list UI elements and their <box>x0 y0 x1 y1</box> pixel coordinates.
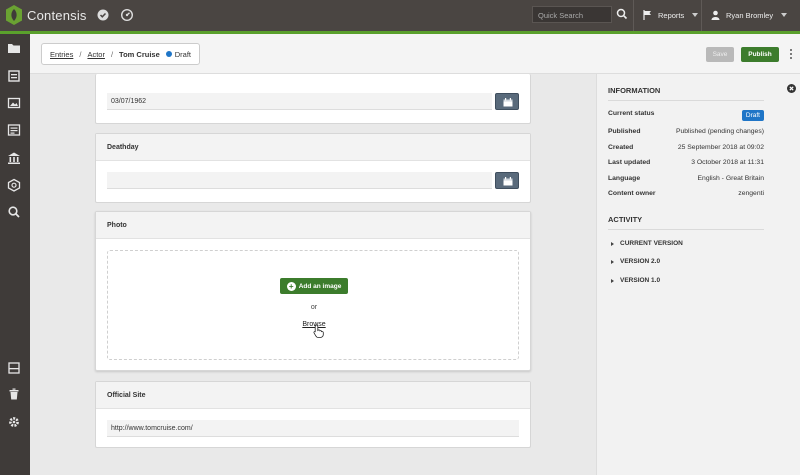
search-icon[interactable] <box>7 205 21 219</box>
separator <box>701 0 702 31</box>
breadcrumb-current: Tom Cruise <box>119 49 160 59</box>
info-row-last-updated: Last updated 3 October 2018 at 11:31 <box>608 159 764 166</box>
version-label: VERSION 1.0 <box>620 277 661 284</box>
version-label: CURRENT VERSION <box>620 240 683 247</box>
trash-icon[interactable] <box>7 387 21 401</box>
chevron-down-icon <box>781 13 788 17</box>
add-image-button[interactable]: + Add an image <box>280 278 348 294</box>
birthday-calendar-button[interactable] <box>495 93 519 110</box>
information-title: INFORMATION <box>608 86 661 95</box>
photo-card: Photo + Add an image or Browse <box>95 211 531 371</box>
birthday-card: 03/07/1962 <box>95 74 531 124</box>
divider <box>608 100 764 101</box>
deathday-card: Deathday <box>95 133 531 203</box>
image-dropzone[interactable]: + Add an image or Browse <box>107 250 519 360</box>
top-bar: Contensis Quick Search Reports Ryan Brom… <box>0 0 800 31</box>
divider <box>608 229 764 230</box>
folder-icon[interactable] <box>7 41 21 55</box>
more-options-icon[interactable] <box>787 47 795 61</box>
separator <box>633 0 634 31</box>
user-name: Ryan Bromley <box>726 10 774 20</box>
user-icon <box>711 10 720 20</box>
info-row-content-owner: Content owner zengenti <box>608 190 764 197</box>
deathday-label: Deathday <box>96 134 530 161</box>
close-icon[interactable] <box>787 84 796 93</box>
info-key: Language <box>608 175 641 182</box>
dashboard-icon[interactable] <box>120 8 134 22</box>
info-value: 25 September 2018 at 09:02 <box>677 144 764 151</box>
bank-icon[interactable] <box>7 151 21 165</box>
image-icon[interactable] <box>7 96 21 110</box>
info-key: Content owner <box>608 190 656 197</box>
breadcrumb: Entries / Actor / Tom Cruise Draft <box>41 43 201 65</box>
flag-icon <box>643 10 651 20</box>
info-key: Published <box>608 128 641 135</box>
version-label: VERSION 2.0 <box>620 258 661 265</box>
breadcrumb-actor[interactable]: Actor <box>87 50 105 59</box>
deathday-calendar-button[interactable] <box>495 172 519 189</box>
left-nav <box>0 34 30 475</box>
breadcrumb-separator: / <box>79 49 82 59</box>
entries-icon[interactable] <box>7 69 21 83</box>
info-row-created: Created 25 September 2018 at 09:02 <box>608 144 764 151</box>
user-menu[interactable]: Ryan Bromley <box>711 10 788 20</box>
chevron-down-icon <box>692 13 699 17</box>
caret-right-icon <box>611 241 614 246</box>
version-2-0[interactable]: VERSION 2.0 <box>611 258 660 265</box>
or-text: or <box>310 304 318 311</box>
info-row-language: Language English - Great Britain <box>608 175 764 182</box>
calendar-icon <box>503 98 513 107</box>
breadcrumb-entries[interactable]: Entries <box>50 50 73 59</box>
info-panel: INFORMATION Current status Draft Publish… <box>596 74 776 475</box>
reports-label: Reports <box>658 10 685 20</box>
status-dot <box>165 51 172 57</box>
info-value: 3 October 2018 at 11:31 <box>691 159 764 166</box>
activity-title: ACTIVITY <box>608 215 643 224</box>
info-value: English - Great Britain <box>697 175 765 182</box>
caret-right-icon <box>611 259 614 264</box>
entry-toolbar: Entries / Actor / Tom Cruise Draft Save … <box>30 34 800 74</box>
archive-icon[interactable] <box>7 361 21 375</box>
plus-circle-icon: + <box>286 281 296 291</box>
official-site-card: Official Site http://www.tomcruise.com/ <box>95 381 531 448</box>
official-site-label: Official Site <box>96 382 530 409</box>
version-current[interactable]: CURRENT VERSION <box>611 240 683 247</box>
birthday-field[interactable]: 03/07/1962 <box>107 93 492 110</box>
quick-search-input[interactable]: Quick Search <box>532 6 612 23</box>
deathday-field[interactable] <box>107 172 492 189</box>
check-circle-icon[interactable] <box>96 8 110 22</box>
info-value: zengenti <box>738 190 764 197</box>
info-key: Last updated <box>608 159 651 166</box>
breadcrumb-separator: / <box>110 49 114 59</box>
list-icon[interactable] <box>7 123 21 137</box>
calendar-icon <box>503 177 513 186</box>
version-1-0[interactable]: VERSION 1.0 <box>611 277 660 284</box>
official-site-field[interactable]: http://www.tomcruise.com/ <box>107 420 519 437</box>
app-logo[interactable]: Contensis <box>6 5 87 25</box>
hand-cursor-icon <box>313 324 324 338</box>
photo-label: Photo <box>96 212 530 239</box>
contensis-logo-icon <box>6 5 22 25</box>
publish-button[interactable]: Publish <box>741 47 779 62</box>
reports-menu[interactable]: Reports <box>643 10 699 20</box>
add-image-label: Add an image <box>298 282 342 290</box>
info-row-current-status: Current status Draft <box>608 110 764 121</box>
info-value: Published (pending changes) <box>675 128 764 135</box>
info-key: Current status <box>608 110 655 117</box>
search-icon[interactable] <box>616 8 628 20</box>
status-label: Draft <box>174 49 192 59</box>
save-button[interactable]: Save <box>706 47 734 62</box>
cube-icon[interactable] <box>7 178 21 192</box>
gear-icon[interactable] <box>7 415 21 429</box>
app-name: Contensis <box>27 7 87 23</box>
info-row-published: Published Published (pending changes) <box>608 128 764 135</box>
status-badge: Draft <box>741 110 764 121</box>
info-key: Created <box>608 144 634 151</box>
panel-close-strip <box>776 74 800 475</box>
caret-right-icon <box>611 278 614 283</box>
